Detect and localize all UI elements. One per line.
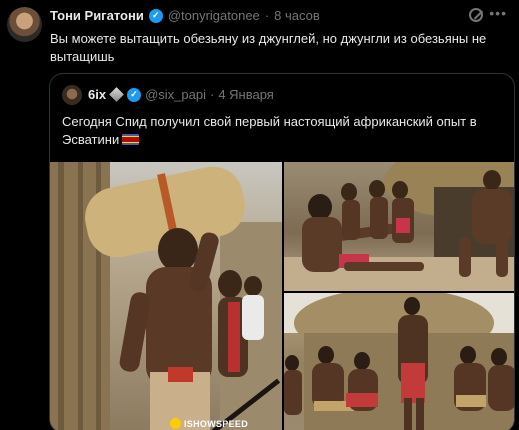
author-name[interactable]: Тони Ригатони	[50, 8, 144, 23]
tweet-timestamp[interactable]: 8 часов	[274, 8, 320, 23]
author-handle[interactable]: @tonyrigatonee	[168, 8, 260, 23]
photo-top-right-illustration	[284, 162, 514, 291]
quoted-author-handle[interactable]: @six_papi	[145, 87, 206, 102]
verified-badge-icon[interactable]: ✓	[127, 87, 142, 102]
grok-icon[interactable]	[469, 8, 483, 22]
affiliate-badge-icon	[109, 87, 124, 102]
quoted-author-avatar[interactable]	[62, 85, 82, 105]
quoted-tweet-text: Сегодня Спид получил свой первый настоящ…	[62, 113, 502, 149]
photo-top-right[interactable]	[284, 162, 514, 291]
tweet-header: Тони Ригатони ✓ @tonyrigatonee · 8 часов	[50, 8, 320, 23]
tweet-text: Вы можете вытащить обезьяну из джунглей,…	[50, 31, 487, 64]
photo-main-illustration	[50, 162, 282, 430]
separator-dot: ·	[209, 87, 215, 102]
quoted-tweet-header: 6ix ✓ @six_papi · 4 Января	[88, 87, 274, 102]
quoted-tweet[interactable]: 6ix ✓ @six_papi · 4 Января Сегодня Спид …	[49, 73, 515, 430]
photo-bottom-right-illustration	[284, 293, 514, 430]
author-avatar[interactable]	[7, 7, 42, 42]
verified-badge-icon[interactable]: ✓	[148, 8, 163, 23]
photo-main[interactable]: ISHOWSPEED	[50, 162, 282, 430]
separator-dot: ·	[264, 8, 270, 23]
media-grid[interactable]: ISHOWSPEED	[50, 162, 514, 430]
watermark-text: ISHOWSPEED	[184, 418, 249, 429]
ishowspeed-logo-icon	[170, 418, 181, 429]
watermark: ISHOWSPEED	[170, 418, 248, 429]
more-options-icon[interactable]: •••	[489, 5, 507, 21]
photo-bottom-right[interactable]	[284, 293, 514, 430]
quoted-tweet-timestamp[interactable]: 4 Января	[218, 87, 274, 102]
eswatini-flag-icon	[122, 134, 140, 145]
quoted-author-name[interactable]: 6ix	[88, 87, 106, 102]
